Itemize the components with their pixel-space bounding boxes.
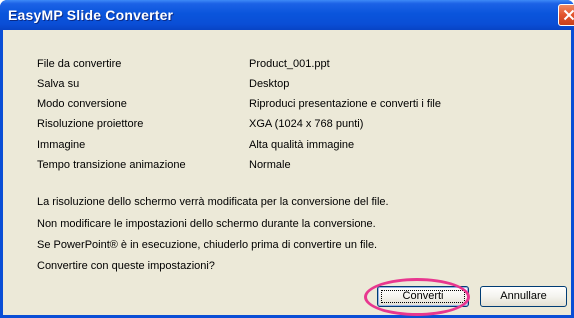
close-icon: [563, 9, 574, 21]
setting-value: Normale: [249, 159, 291, 171]
cancel-button[interactable]: Annullare: [480, 286, 567, 307]
setting-label: Salva su: [37, 78, 80, 90]
confirm-question: Convertire con queste impostazioni?: [37, 260, 215, 272]
info-message: La risoluzione dello schermo verrà modif…: [37, 196, 389, 208]
window-title: EasyMP Slide Converter: [8, 7, 174, 23]
info-message: Se PowerPoint® è in esecuzione, chiuderl…: [37, 239, 378, 251]
setting-label: Immagine: [37, 139, 86, 151]
cancel-button-label: Annullare: [500, 290, 547, 302]
setting-value: Product_001.ppt: [249, 58, 330, 70]
setting-value: XGA (1024 x 768 punti): [249, 118, 364, 130]
setting-label: Tempo transizione animazione: [37, 159, 186, 171]
setting-value: Alta qualità immagine: [249, 139, 355, 151]
convert-button[interactable]: Converti: [377, 286, 469, 307]
setting-label: File da convertire: [37, 58, 122, 70]
dialog-window: EasyMP Slide Converter File da convertir…: [0, 0, 574, 318]
setting-value: Desktop: [249, 78, 290, 90]
close-button[interactable]: [558, 4, 574, 26]
convert-button-label: Converti: [402, 290, 444, 302]
setting-label: Modo conversione: [37, 98, 127, 110]
info-message: Non modificare le impostazioni dello sch…: [37, 218, 376, 230]
title-bar[interactable]: EasyMP Slide Converter: [0, 0, 574, 30]
setting-value: Riproduci presentazione e converti i fil…: [249, 98, 441, 110]
dialog-content: File da convertire Product_001.ppt Salva…: [3, 30, 571, 315]
setting-label: Risoluzione proiettore: [37, 118, 144, 130]
